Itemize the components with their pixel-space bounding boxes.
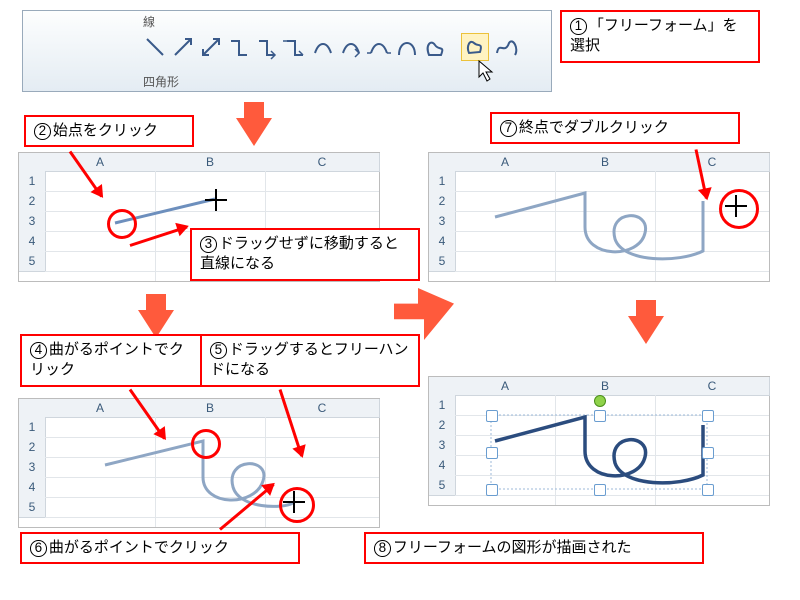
sheet-step2: A B C 1 2 3 4 5 xyxy=(18,398,380,528)
sheet-step3: A B C 1 2 3 4 5 xyxy=(428,152,770,282)
sheet-step4: A B C 1 2 3 4 5 xyxy=(428,376,770,506)
flow-arrow-down-1 xyxy=(236,118,272,146)
row-header-4: 4 xyxy=(19,231,46,252)
col-header-a: A xyxy=(45,153,156,172)
mouse-cursor-icon xyxy=(477,59,497,87)
crosshair-cursor-3 xyxy=(725,195,747,217)
flow-arrow-upright xyxy=(394,288,454,340)
ribbon-line-icons xyxy=(143,35,463,69)
callout-3: 3ドラッグせずに移動すると直線になる xyxy=(190,228,420,281)
row-header-5: 5 xyxy=(19,251,46,272)
freeform-tool-button[interactable] xyxy=(461,33,489,61)
callout-5-text: ドラッグするとフリーハンドになる xyxy=(210,341,409,378)
step-num-4: 4 xyxy=(30,342,47,359)
highlight-circle-start xyxy=(107,209,137,239)
scribble-icon[interactable] xyxy=(493,35,523,59)
ribbon-shapes-panel: 線 四角形 xyxy=(22,10,552,92)
step-num-2: 2 xyxy=(34,123,51,140)
flow-arrow-down-3 xyxy=(628,316,664,344)
callout-5: 5ドラッグするとフリーハンドになる xyxy=(200,334,420,387)
callout-1: 1「フリーフォーム」を選択 xyxy=(560,10,760,63)
callout-7: 7終点でダブルクリック xyxy=(490,112,740,144)
step-num-6: 6 xyxy=(30,540,47,557)
crosshair-cursor-1 xyxy=(205,189,227,211)
drawn-line-3 xyxy=(455,171,769,281)
selection-handle[interactable] xyxy=(702,410,714,422)
row-header-2: 2 xyxy=(19,191,46,212)
step-num-8: 8 xyxy=(374,540,391,557)
ribbon-group-rect-label: 四角形 xyxy=(143,73,179,90)
callout-7-text: 終点でダブルクリック xyxy=(519,119,669,136)
step-num-7: 7 xyxy=(500,120,517,137)
col-header-b: B xyxy=(155,153,266,172)
selection-handle[interactable] xyxy=(486,484,498,496)
callout-1-text: 「フリーフォーム」を選択 xyxy=(570,17,738,54)
col-header-c: C xyxy=(265,153,380,172)
selection-handle[interactable] xyxy=(594,484,606,496)
row-header-3: 3 xyxy=(19,211,46,232)
crosshair-cursor-2 xyxy=(283,491,305,513)
callout-4: 4曲がるポイントでクリック xyxy=(20,334,208,387)
selection-handle[interactable] xyxy=(486,410,498,422)
selection-handle[interactable] xyxy=(702,484,714,496)
step-num-5: 5 xyxy=(210,342,227,359)
callout-2: 2始点をクリック xyxy=(24,115,194,147)
selection-handle[interactable] xyxy=(594,410,606,422)
callout-8: 8フリーフォームの図形が描画された xyxy=(364,532,704,564)
step-num-1: 1 xyxy=(570,18,587,35)
step-num-3: 3 xyxy=(200,236,217,253)
callout-8-text: フリーフォームの図形が描画された xyxy=(393,539,632,556)
ribbon-group-lines-label: 線 xyxy=(143,13,155,30)
selection-handle[interactable] xyxy=(702,447,714,459)
callout-6-text: 曲がるポイントでクリック xyxy=(49,539,229,556)
callout-6: 6曲がるポイントでクリック xyxy=(20,532,300,564)
selection-handle[interactable] xyxy=(486,447,498,459)
callout-4-text: 曲がるポイントでクリック xyxy=(30,341,184,378)
drawn-shape-selected[interactable] xyxy=(455,395,769,505)
rotation-handle[interactable] xyxy=(594,395,606,407)
highlight-circle-bend1 xyxy=(191,429,221,459)
callout-3-text: ドラッグせずに移動すると直線になる xyxy=(200,235,399,272)
row-header-1: 1 xyxy=(19,171,46,192)
callout-2-text: 始点をクリック xyxy=(53,122,158,139)
